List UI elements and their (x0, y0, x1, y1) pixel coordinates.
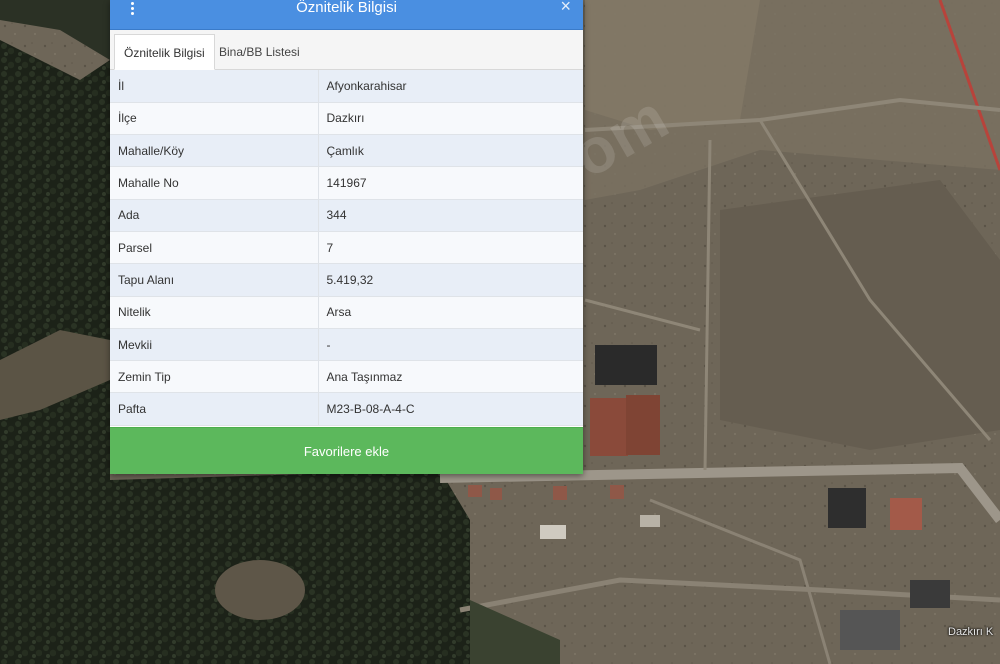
attribute-value: 7 (318, 231, 583, 265)
panel-title: Öznitelik Bilgisi (296, 0, 397, 16)
table-row: Tapu Alanı 5.419,32 (110, 263, 583, 297)
attribute-key: İlçe (110, 102, 319, 136)
table-row: İl Afyonkarahisar (110, 70, 583, 103)
attribute-key: Pafta (110, 392, 319, 426)
attribute-value: 141967 (318, 166, 583, 200)
table-row: İlçe Dazkırı (110, 102, 583, 136)
attribute-value: - (318, 328, 583, 362)
attribute-key: Tapu Alanı (110, 263, 319, 297)
add-to-favorites-button[interactable]: Favorilere ekle (110, 427, 583, 474)
table-row: Mahalle No 141967 (110, 166, 583, 200)
table-row: Zemin Tip Ana Taşınmaz (110, 360, 583, 394)
attribute-key: İl (110, 70, 319, 103)
attribute-value: M23-B-08-A-4-C (318, 392, 583, 426)
attribute-table: İl Afyonkarahisar İlçe Dazkırı Mahalle/Köy Ça… (110, 70, 583, 426)
attribute-key: Ada (110, 199, 319, 232)
table-row: Pafta M23-B-08-A-4-C (110, 392, 583, 426)
attribute-info-panel: Öznitelik Bilgisi × Öznitelik Bilgisi Bi… (110, 0, 583, 474)
close-icon[interactable]: × (560, 0, 571, 15)
attribute-key: Mahalle/Köy (110, 134, 319, 168)
tab-attribute-info[interactable]: Öznitelik Bilgisi (114, 34, 215, 70)
attribute-value: Ana Taşınmaz (318, 360, 583, 394)
panel-tabs: Öznitelik Bilgisi Bina/BB Listesi (110, 30, 583, 70)
map-place-label: Dazkırı K (948, 626, 994, 638)
attribute-value: Arsa (318, 296, 583, 329)
attribute-value: Afyonkarahisar (318, 70, 583, 103)
attribute-key: Zemin Tip (110, 360, 319, 394)
panel-header: Öznitelik Bilgisi × (110, 0, 583, 30)
table-row: Mahalle/Köy Çamlık (110, 134, 583, 168)
table-row: Parsel 7 (110, 231, 583, 265)
attribute-value: 5.419,32 (318, 263, 583, 297)
table-row: Ada 344 (110, 199, 583, 232)
tab-building-list[interactable]: Bina/BB Listesi (210, 34, 309, 70)
attribute-key: Parsel (110, 231, 319, 265)
table-row: Nitelik Arsa (110, 296, 583, 329)
table-row: Mevkii - (110, 328, 583, 362)
attribute-value: Dazkırı (318, 102, 583, 136)
attribute-key: Mahalle No (110, 166, 319, 200)
attribute-key: Mevkii (110, 328, 319, 362)
attribute-key: Nitelik (110, 296, 319, 329)
attribute-value: Çamlık (318, 134, 583, 168)
attribute-value: 344 (318, 199, 583, 232)
